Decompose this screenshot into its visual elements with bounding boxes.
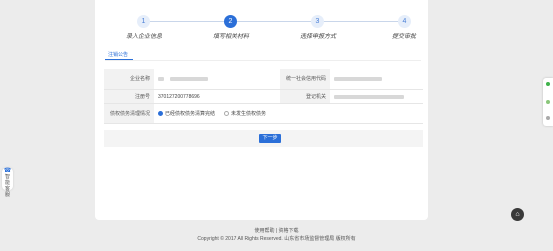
option-debt-settled-label: 已经债权债务清算完结 <box>165 111 216 117</box>
form-row-debt: 债权债务清理情况 已经债权债务清算完结 未发生债权债务 <box>104 104 423 124</box>
radio-unchecked-icon[interactable] <box>224 111 230 116</box>
redacted-text <box>334 94 404 99</box>
option-no-debt-label: 未发生债权债务 <box>231 111 267 117</box>
footer-links[interactable]: 使用帮助 | 资格下载 <box>0 227 553 234</box>
reg-office-value <box>330 90 423 103</box>
home-icon[interactable]: ⌂ <box>511 208 524 221</box>
tab-cancel-notice[interactable]: 注销公告 <box>108 51 128 58</box>
step-3-indicator: 3 <box>311 15 324 28</box>
step-1-label: 录入企业信息 <box>125 34 162 40</box>
toolbar-icon[interactable] <box>546 116 550 120</box>
debt-status-label: 债权债务清理情况 <box>104 104 154 123</box>
step-3-label: 选择申报方式 <box>299 34 336 40</box>
form-row-registration: 注册号 370127200778696 登记机关 <box>104 90 423 104</box>
redacted-text <box>170 77 208 81</box>
reg-no-label: 注册号 <box>104 90 154 103</box>
company-info-form: 企业名称 统一社会信用代码 注册号 370127200778696 登记机关 债… <box>104 69 423 124</box>
step-1-indicator: 1 <box>137 15 150 28</box>
radio-checked-icon[interactable] <box>158 111 163 116</box>
credit-code-value <box>330 69 423 89</box>
reg-office-label: 登记机关 <box>280 90 330 103</box>
smart-support-label: 智能客服 <box>4 174 10 198</box>
main-card: 1 2 3 4 录入企业信息 填写相关材料 选择申报方式 提交审批 注销公告 企… <box>95 0 428 220</box>
progress-stepper: 1 2 3 4 录入企业信息 填写相关材料 选择申报方式 提交审批 <box>95 12 428 44</box>
toolbar-icon[interactable] <box>546 100 550 104</box>
reg-no-value: 370127200778696 <box>158 93 200 100</box>
step-4-indicator: 4 <box>398 15 411 28</box>
credit-code-label: 统一社会信用代码 <box>280 69 330 89</box>
step-connector <box>148 21 224 22</box>
redacted-text <box>158 77 164 81</box>
step-4-label: 提交审批 <box>391 34 416 40</box>
online-status-icon <box>546 82 550 86</box>
step-connector <box>323 21 399 22</box>
option-debt-settled[interactable]: 已经债权债务清算完结 <box>158 110 215 117</box>
company-name-value <box>154 69 280 89</box>
form-row-company: 企业名称 统一社会信用代码 <box>104 69 423 90</box>
step-connector <box>235 21 311 22</box>
step-2-indicator: 2 <box>224 15 237 28</box>
right-side-toolbar[interactable] <box>543 78 553 126</box>
smart-support-button[interactable]: ☎ 智能客服 <box>2 168 13 198</box>
debt-status-options: 已经债权债务清算完结 未发生债权债务 <box>154 104 423 123</box>
step-2-label: 填写相关材料 <box>212 34 249 40</box>
tab-divider <box>105 60 421 61</box>
footer-copyright: Copyright © 2017 All Rights Reserved. 山东… <box>197 236 356 242</box>
option-no-debt[interactable]: 未发生债权债务 <box>224 110 266 117</box>
next-step-button[interactable]: 下一步 <box>259 134 281 143</box>
company-name-label: 企业名称 <box>104 69 154 89</box>
redacted-text <box>334 77 382 81</box>
